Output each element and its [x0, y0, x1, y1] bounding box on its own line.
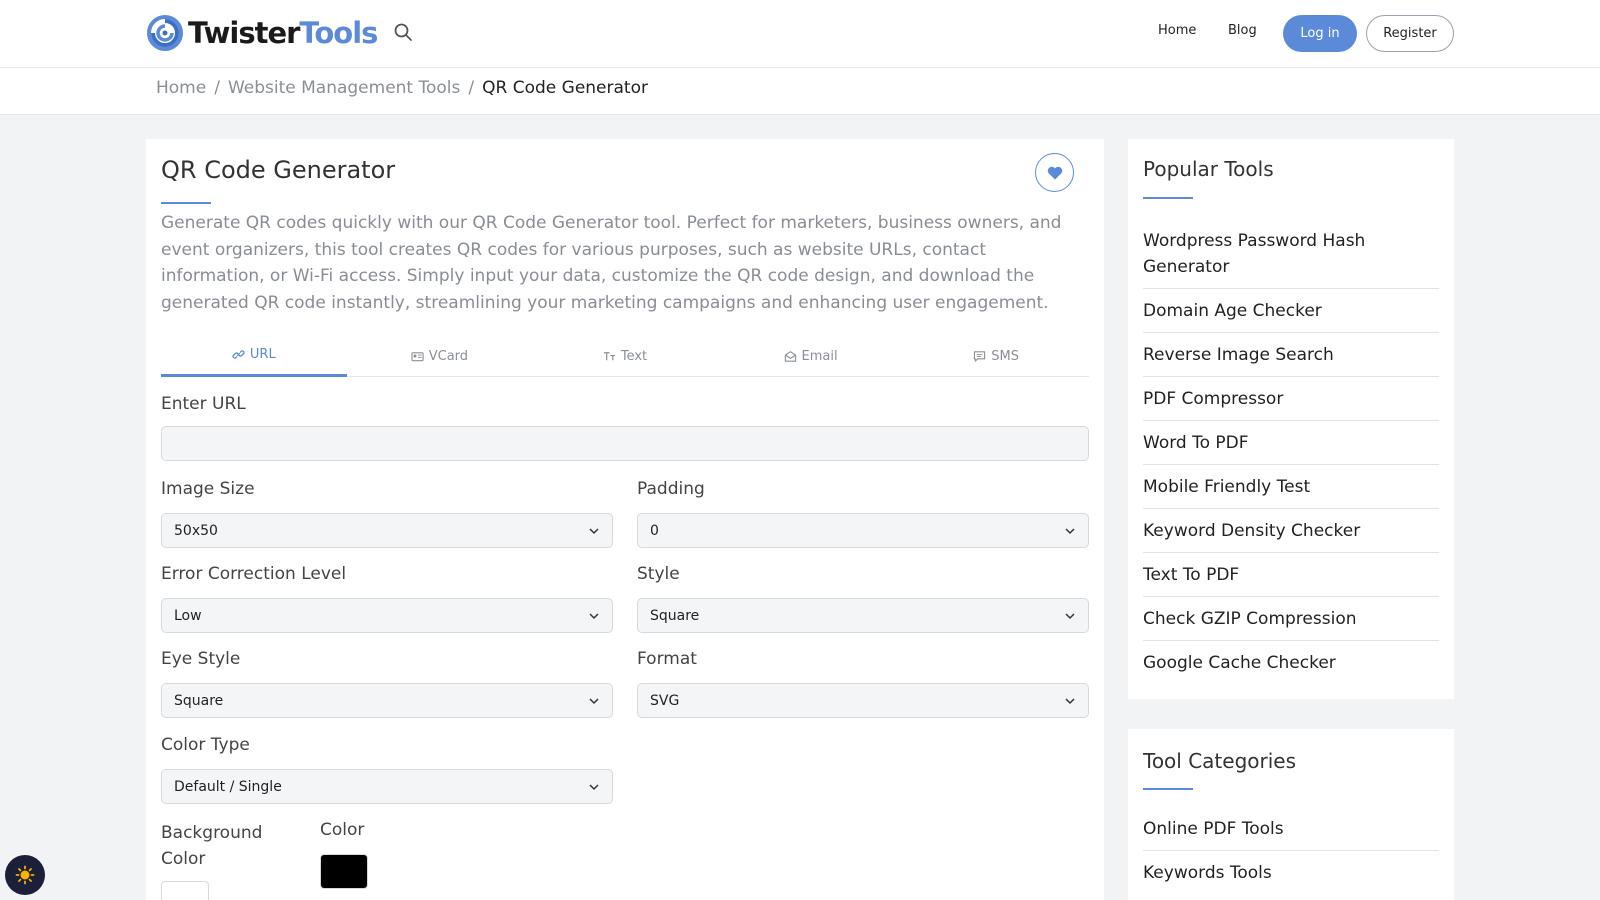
background-color-picker[interactable]	[161, 881, 209, 900]
text-icon	[603, 351, 615, 360]
popular-tool-link[interactable]: Google Cache Checker	[1143, 641, 1439, 684]
chevron-down-icon	[1065, 527, 1075, 534]
url-input[interactable]	[161, 426, 1089, 461]
background-color-label: Background Color	[161, 823, 263, 869]
favorite-button[interactable]	[1035, 153, 1074, 192]
padding-label: Padding	[637, 479, 705, 499]
popular-tool-link[interactable]: Word To PDF	[1143, 421, 1439, 465]
chevron-down-icon	[589, 527, 599, 534]
tool-categories-list: Online PDF Tools Keywords Tools	[1143, 807, 1439, 894]
chevron-down-icon	[589, 783, 599, 790]
page-title: QR Code Generator	[161, 156, 396, 184]
envelope-icon	[784, 350, 796, 362]
url-label: Enter URL	[161, 394, 246, 414]
popular-tools-list: Wordpress Password Hash Generator Domain …	[1143, 219, 1439, 684]
sun-icon	[15, 865, 35, 885]
breadcrumb-bar: Home / Website Management Tools / QR Cod…	[0, 68, 1600, 115]
breadcrumb-home[interactable]: Home	[156, 78, 206, 98]
color-type-label: Color Type	[161, 735, 250, 755]
tab-sms-label: SMS	[991, 348, 1020, 364]
title-underline	[161, 202, 211, 204]
chevron-down-icon	[589, 697, 599, 704]
popular-tools-title: Popular Tools	[1143, 157, 1274, 181]
format-label: Format	[637, 649, 697, 669]
chevron-down-icon	[589, 612, 599, 619]
breadcrumb-separator: /	[214, 78, 220, 98]
id-card-icon	[411, 351, 424, 361]
heart-icon	[1047, 166, 1062, 179]
message-icon	[974, 350, 986, 362]
tool-category-link[interactable]: Keywords Tools	[1143, 851, 1439, 894]
breadcrumb-separator: /	[468, 78, 475, 98]
breadcrumb-current: QR Code Generator	[482, 78, 648, 98]
foreground-color-picker[interactable]	[320, 854, 368, 889]
login-button[interactable]: Log in	[1283, 15, 1357, 52]
title-underline	[1143, 197, 1193, 199]
tab-vcard[interactable]: VCard	[347, 335, 533, 377]
popular-tool-link[interactable]: Wordpress Password Hash Generator	[1143, 219, 1439, 289]
image-size-label: Image Size	[161, 479, 255, 499]
tab-url-label: URL	[249, 347, 276, 362]
chevron-down-icon	[1065, 697, 1075, 704]
tab-vcard-label: VCard	[428, 348, 469, 364]
nav-blog-link[interactable]: Blog	[1228, 23, 1257, 38]
error-correction-value: Low	[174, 607, 202, 624]
color-type-select[interactable]: Default / Single	[161, 769, 613, 804]
register-button[interactable]: Register	[1366, 15, 1454, 52]
qr-type-tabs: URL VCard Text Email SMS	[161, 335, 1089, 377]
popular-tools-card: Popular Tools Wordpress Password Hash Ge…	[1128, 139, 1454, 699]
style-label: Style	[637, 564, 680, 584]
swirl-logo-icon	[147, 15, 183, 51]
popular-tool-link[interactable]: Reverse Image Search	[1143, 333, 1439, 377]
image-size-value: 50x50	[174, 522, 218, 539]
tab-email[interactable]: Email	[718, 335, 904, 377]
eye-style-value: Square	[174, 692, 224, 709]
popular-tool-link[interactable]: Keyword Density Checker	[1143, 509, 1439, 553]
chevron-down-icon	[1065, 612, 1075, 619]
tool-description: Generate QR codes quickly with our QR Co…	[161, 213, 1062, 313]
eye-style-select[interactable]: Square	[161, 683, 613, 718]
tool-categories-card: Tool Categories Online PDF Tools Keywords…	[1128, 729, 1454, 900]
format-select[interactable]: SVG	[637, 683, 1089, 718]
padding-value: 0	[650, 522, 659, 539]
breadcrumb: Home / Website Management Tools / QR Cod…	[156, 78, 648, 98]
popular-tool-link[interactable]: Text To PDF	[1143, 553, 1439, 597]
site-logo[interactable]: TwisterTools	[145, 14, 378, 52]
style-select[interactable]: Square	[637, 598, 1089, 633]
image-size-select[interactable]: 50x50	[161, 513, 613, 548]
tab-sms[interactable]: SMS	[903, 335, 1089, 377]
eye-style-label: Eye Style	[161, 649, 241, 669]
error-correction-label: Error Correction Level	[161, 564, 347, 584]
style-value: Square	[650, 607, 700, 624]
breadcrumb-category[interactable]: Website Management Tools	[228, 78, 460, 98]
padding-select[interactable]: 0	[637, 513, 1089, 548]
tab-text-label: Text	[620, 348, 648, 364]
tab-url[interactable]: URL	[161, 335, 347, 377]
tool-card: QR Code Generator Generate QR codes quic…	[146, 139, 1104, 900]
color-label: Color	[320, 820, 365, 840]
tab-text[interactable]: Text	[532, 335, 718, 377]
theme-toggle-button[interactable]	[5, 855, 45, 895]
tab-email-label: Email	[801, 348, 838, 364]
logo-wordmark: TwisterTools	[188, 15, 378, 50]
popular-tool-link[interactable]: PDF Compressor	[1143, 377, 1439, 421]
popular-tool-link[interactable]: Domain Age Checker	[1143, 289, 1439, 333]
link-icon	[232, 350, 245, 359]
top-navbar: TwisterTools Home Blog Log in Register	[0, 0, 1600, 68]
tool-categories-title: Tool Categories	[1143, 749, 1297, 773]
popular-tool-link[interactable]: Check GZIP Compression	[1143, 597, 1439, 641]
tool-category-link[interactable]: Online PDF Tools	[1143, 807, 1439, 851]
format-value: SVG	[650, 692, 680, 709]
error-correction-select[interactable]: Low	[161, 598, 613, 633]
color-type-value: Default / Single	[174, 778, 282, 795]
popular-tool-link[interactable]: Mobile Friendly Test	[1143, 465, 1439, 509]
search-icon[interactable]	[393, 22, 413, 42]
title-underline	[1143, 788, 1193, 790]
nav-home-link[interactable]: Home	[1158, 23, 1196, 38]
